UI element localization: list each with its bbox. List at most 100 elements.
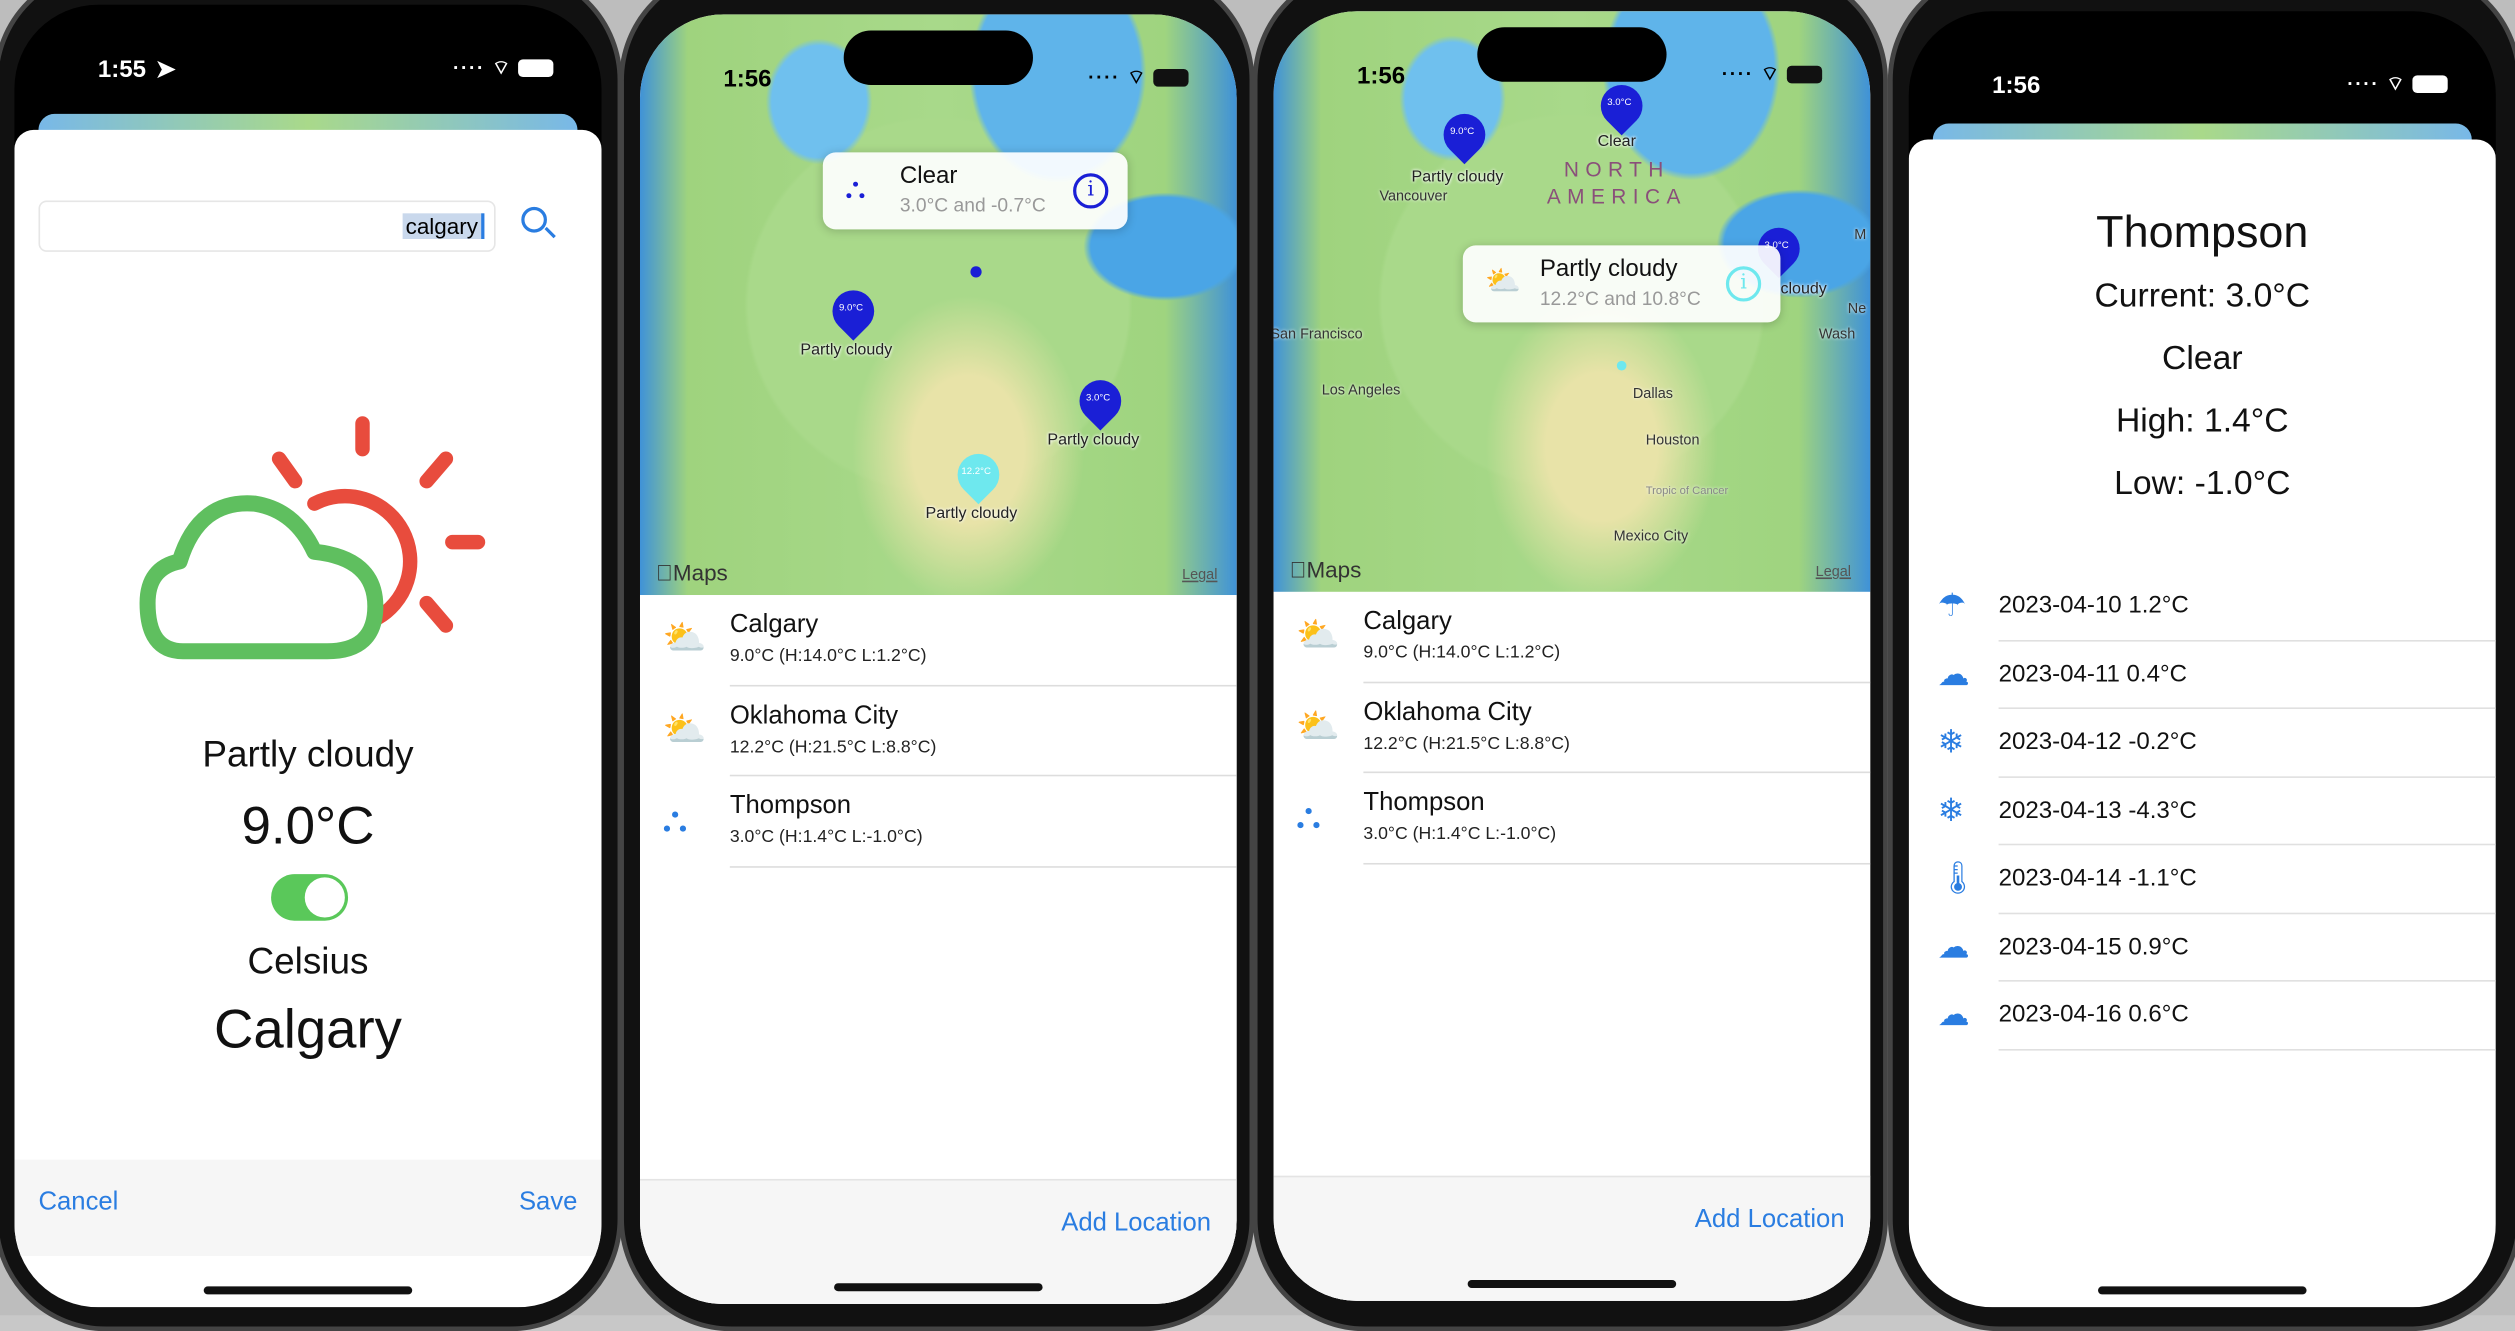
condition-label: Clear	[2162, 340, 2243, 377]
phone-3: 1:56 ···· ⌔ 3.0°C Clear 9.0°C Partly clou…	[1252, 0, 1888, 1331]
city-label: Ne	[1847, 299, 1867, 316]
cloud-sun-icon: ⛅	[1485, 264, 1522, 297]
status-time: 1:56	[1356, 62, 1406, 90]
cloud-sun-icon: ⛅	[1296, 614, 1340, 655]
status-time: 1:56	[723, 65, 772, 94]
map-list-screen: 1:56 ···· ⌔ 3.0°C Clear 9.0°C Partly clou…	[1273, 11, 1871, 1301]
legal-link[interactable]: Legal	[1182, 566, 1217, 582]
location-detail-screen: 1:56 ···· ⌔ Thompson Current: 3.0°C Clear…	[1908, 11, 2496, 1308]
home-indicator	[1467, 1279, 1677, 1289]
add-location-button[interactable]: Add Location	[1695, 1206, 1845, 1235]
forecast-row: ❄ 2023-04-13 -4.3°C	[1909, 777, 2496, 846]
wifi-battery-icon: ···· ⌔	[453, 56, 554, 80]
forecast-row: ☂ 2023-04-10 1.2°C	[1909, 573, 2496, 641]
add-location-button[interactable]: Add Location	[1061, 1209, 1211, 1238]
map-pin[interactable]: 12.2°C	[948, 445, 1008, 505]
region-label: NORTH AMERICA	[1546, 157, 1687, 209]
edit-sheet: calgary Partly cloudy 9.0°C Celsius Calg…	[14, 129, 602, 1308]
status-bar: 1:55 ➤ ···· ⌔	[14, 5, 601, 101]
location-arrow-icon: ➤	[155, 56, 176, 84]
info-icon[interactable]: i	[1073, 173, 1109, 209]
sheet-toolbar: Cancel Save	[14, 1159, 602, 1256]
home-indicator	[203, 1286, 413, 1295]
dynamic-island	[843, 30, 1033, 86]
list-item[interactable]: ⛅ Calgary 9.0°C (H:14.0°C L:1.2°C)	[1274, 592, 1871, 683]
sunrise-icon: ⛬	[845, 171, 866, 204]
save-button[interactable]: Save	[519, 1189, 577, 1218]
callout-title: Partly cloudy	[1539, 255, 1678, 283]
map-pin[interactable]: 3.0°C	[1070, 371, 1130, 431]
cloud-sun-icon: ⛅	[1296, 704, 1340, 746]
unit-label: Celsius	[247, 939, 369, 982]
map-callout[interactable]: ⛅ Partly cloudy 12.2°C and 10.8°C i	[1462, 245, 1781, 323]
list-item[interactable]: ⛅ Oklahoma City 12.2°C (H:21.5°C L:8.8°C)	[640, 686, 1237, 777]
cloud-sun-icon: ⛅	[662, 708, 707, 749]
sunrise-icon: ⛬	[1296, 795, 1321, 836]
list-item[interactable]: ⛅ Calgary 9.0°C (H:14.0°C L:1.2°C)	[640, 595, 1237, 686]
legal-link[interactable]: Legal	[1816, 563, 1851, 579]
thermometer-snow-icon: 🌡	[1937, 861, 1979, 897]
sunrise-icon: ⛬	[662, 798, 688, 839]
callout-title: Clear	[899, 162, 958, 190]
temperature-label: 9.0°C	[241, 795, 375, 855]
celsius-toggle[interactable]	[271, 874, 349, 921]
forecast-list: ☂ 2023-04-10 1.2°C ☁ 2023-04-11 0.4°C ❄ 202…	[1909, 573, 2496, 1050]
apple-maps-logo: Maps	[1289, 556, 1362, 583]
phone-1: 1:55 ➤ ···· ⌔ calgary Partly cloudy 9.0°C …	[0, 0, 623, 1331]
pin-label: Clear	[1597, 133, 1636, 151]
cloud-icon: ☁	[1937, 929, 1970, 965]
search-input-value[interactable]: calgary	[402, 213, 485, 239]
snowflake-icon: ❄	[1937, 725, 1965, 761]
cloud-fog-icon: ☁	[1937, 656, 1970, 693]
search-field[interactable]: calgary	[38, 200, 496, 252]
status-time: 1:56	[1992, 72, 2041, 100]
snowflake-icon: ❄	[1937, 793, 1965, 829]
status-bar: 1:56 ···· ⌔	[1909, 11, 2496, 107]
low-temp: Low: -1.0°C	[2114, 465, 2291, 503]
current-temp: Current: 3.0°C	[2094, 277, 2311, 315]
selected-pin-dot[interactable]	[1616, 360, 1627, 371]
cloud-fog-icon: ☁	[1937, 997, 1970, 1033]
callout-subtitle: 3.0°C and -0.7°C	[899, 194, 1046, 217]
detail-sheet: Thompson Current: 3.0°C Clear High: 1.4°…	[1908, 139, 2496, 1308]
pin-label: Partly cloudy	[1411, 168, 1504, 187]
map-callout[interactable]: ⛬ Clear 3.0°C and -0.7°C i	[822, 152, 1128, 230]
forecast-row: ☁ 2023-04-15 0.9°C	[1909, 913, 2496, 982]
status-time: 1:55	[97, 56, 147, 84]
map-list-screen: 1:56 ···· ⌔ ⛬ Clear 3.0°C and -0.7°C i 9.…	[639, 14, 1237, 1305]
city-label: San Francisco	[1273, 325, 1363, 342]
edit-location-screen: 1:55 ➤ ···· ⌔ calgary Partly cloudy 9.0°C …	[14, 4, 602, 1308]
city-label: Wash	[1818, 325, 1856, 342]
phone-2: 1:56 ···· ⌔ ⛬ Clear 3.0°C and -0.7°C i 9.…	[619, 0, 1255, 1331]
pin-label: Partly cloudy	[1047, 431, 1140, 450]
forecast-row: ☁ 2023-04-16 0.6°C	[1909, 982, 2496, 1050]
search-icon[interactable]	[521, 206, 556, 239]
wifi-battery-icon: ···· ⌔	[1088, 66, 1189, 90]
tropic-label: Tropic of Cancer	[1645, 486, 1729, 498]
forecast-row: 🌡 2023-04-14 -1.1°C	[1909, 845, 2496, 914]
condition-label: Partly cloudy	[202, 733, 414, 775]
phone-4: 1:56 ···· ⌔ Thompson Current: 3.0°C Clear…	[1887, 0, 2515, 1331]
high-temp: High: 1.4°C	[2115, 402, 2289, 440]
wifi-battery-icon: ···· ⌔	[1722, 63, 1823, 87]
city-label: Vancouver	[1379, 187, 1448, 204]
city-label: Calgary	[213, 999, 402, 1061]
cancel-button[interactable]: Cancel	[38, 1189, 118, 1218]
info-icon[interactable]: i	[1725, 266, 1762, 302]
dynamic-island	[1477, 27, 1667, 82]
list-item[interactable]: ⛬ Thompson 3.0°C (H:1.4°C L:-1.0°C)	[1274, 773, 1871, 864]
pin-label: Partly cloudy	[925, 505, 1018, 523]
city-label: Dallas	[1632, 384, 1673, 401]
callout-subtitle: 12.2°C and 10.8°C	[1539, 287, 1701, 310]
pin-label: cloudy	[1780, 280, 1827, 299]
home-indicator	[834, 1283, 1043, 1292]
list-item[interactable]: ⛬ Thompson 3.0°C (H:1.4°C L:-1.0°C)	[640, 776, 1237, 867]
city-label: M	[1854, 226, 1867, 243]
city-label: Los Angeles	[1321, 381, 1401, 398]
selected-pin-dot[interactable]	[970, 266, 982, 278]
wifi-battery-icon: ···· ⌔	[2347, 72, 2448, 96]
map-pin[interactable]: 9.0°C	[1434, 105, 1494, 165]
city-title: Thompson	[2096, 206, 2309, 257]
list-item[interactable]: ⛅ Oklahoma City 12.2°C (H:21.5°C L:8.8°C)	[1274, 683, 1871, 774]
map-pin[interactable]: 9.0°C	[823, 281, 883, 341]
